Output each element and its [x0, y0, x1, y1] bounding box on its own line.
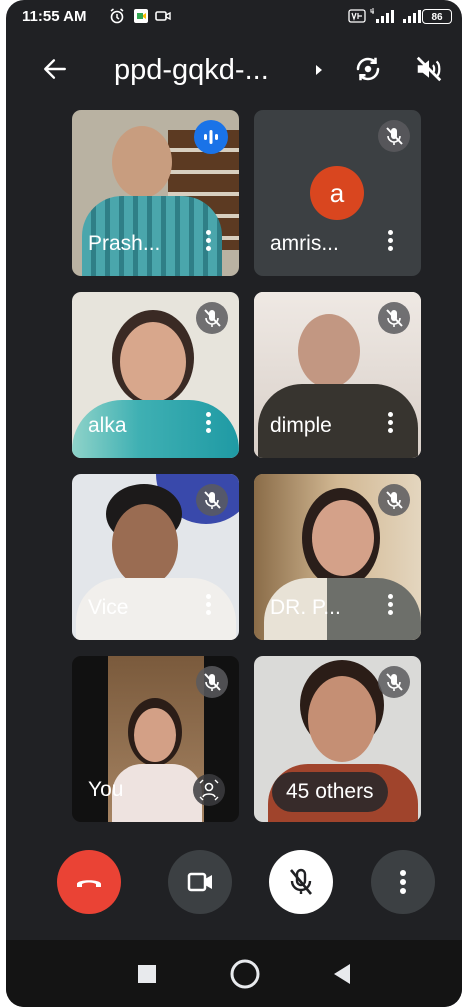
mic-off-icon: [378, 120, 410, 152]
more-options-icon[interactable]: [205, 594, 211, 618]
participant-name: alka: [88, 414, 127, 437]
participant-head: [112, 126, 172, 198]
participant-head: [120, 322, 186, 402]
more-options-icon[interactable]: [205, 230, 211, 254]
battery-indicator: 86: [422, 9, 452, 24]
mic-off-icon: [196, 484, 228, 516]
alarm-icon: [110, 8, 124, 24]
end-call-button[interactable]: [57, 850, 121, 914]
participant-head: [134, 708, 176, 762]
participant-name: Prash...: [88, 232, 161, 255]
more-options-icon[interactable]: [387, 594, 393, 618]
more-options-icon[interactable]: [387, 412, 393, 436]
meeting-header: ppd-gqkd-...: [6, 40, 462, 102]
participant-name: Vice: [88, 596, 129, 619]
participant-tile-dr-p[interactable]: DR. P...: [254, 474, 421, 640]
status-bar: 11:55 AM 86: [6, 0, 462, 36]
participant-head: [298, 314, 360, 388]
more-options-icon[interactable]: [387, 230, 393, 254]
participant-body: [112, 764, 202, 822]
chevron-right-icon[interactable]: [314, 64, 324, 76]
more-vertical-icon: [400, 870, 406, 894]
mic-off-icon: [196, 666, 228, 698]
participant-tile-prash[interactable]: Prash...: [72, 110, 239, 276]
participant-head: [112, 504, 178, 586]
recents-icon[interactable]: [137, 964, 157, 984]
camera-toggle-button[interactable]: [168, 850, 232, 914]
phone-hangup-icon: [77, 880, 101, 887]
back-arrow-icon[interactable]: [42, 56, 68, 82]
participant-name: DR. P...: [270, 596, 341, 619]
participant-head: [308, 676, 376, 762]
more-options-icon[interactable]: [205, 412, 211, 436]
video-camera-icon: [187, 872, 212, 892]
system-navigation-bar: [6, 940, 462, 1007]
signal-icon: [403, 10, 421, 23]
microphone-toggle-button[interactable]: [269, 850, 333, 914]
participant-tile-you[interactable]: You: [72, 656, 239, 822]
meet-app-icon: [134, 9, 148, 23]
mic-off-icon: [196, 302, 228, 334]
speaking-indicator-icon: [194, 120, 228, 154]
participant-head: [312, 500, 374, 576]
mic-off-icon: [290, 868, 312, 895]
mic-off-icon: [378, 484, 410, 516]
participant-name: dimple: [270, 414, 332, 437]
speaker-off-icon[interactable]: [414, 54, 444, 84]
participant-tile-dimple[interactable]: dimple: [254, 292, 421, 458]
participant-tile-amris[interactable]: a amris...: [254, 110, 421, 276]
switch-camera-icon[interactable]: [353, 54, 383, 84]
participant-name: amris...: [270, 232, 339, 255]
participant-tile-alka[interactable]: alka: [72, 292, 239, 458]
others-tile[interactable]: 45 others: [254, 656, 421, 822]
participant-name: You: [88, 778, 124, 801]
participant-tile-vice[interactable]: Vice: [72, 474, 239, 640]
meeting-code-title[interactable]: ppd-gqkd-...: [114, 54, 269, 87]
back-icon[interactable]: [332, 962, 352, 986]
status-time: 11:55 AM: [22, 8, 87, 25]
signal-4g-icon: [370, 8, 394, 23]
background-effects-icon[interactable]: [193, 774, 225, 806]
mic-off-icon: [378, 666, 410, 698]
avatar: a: [310, 166, 364, 220]
mic-off-icon: [378, 302, 410, 334]
more-options-button[interactable]: [371, 850, 435, 914]
others-count-pill[interactable]: 45 others: [272, 772, 388, 812]
home-icon[interactable]: [229, 958, 261, 990]
meet-screen: 11:55 AM 86 ppd-gqkd-... Prash... a amri…: [6, 0, 462, 1007]
volte-icon: [348, 9, 366, 23]
screen-record-icon: [155, 11, 171, 21]
